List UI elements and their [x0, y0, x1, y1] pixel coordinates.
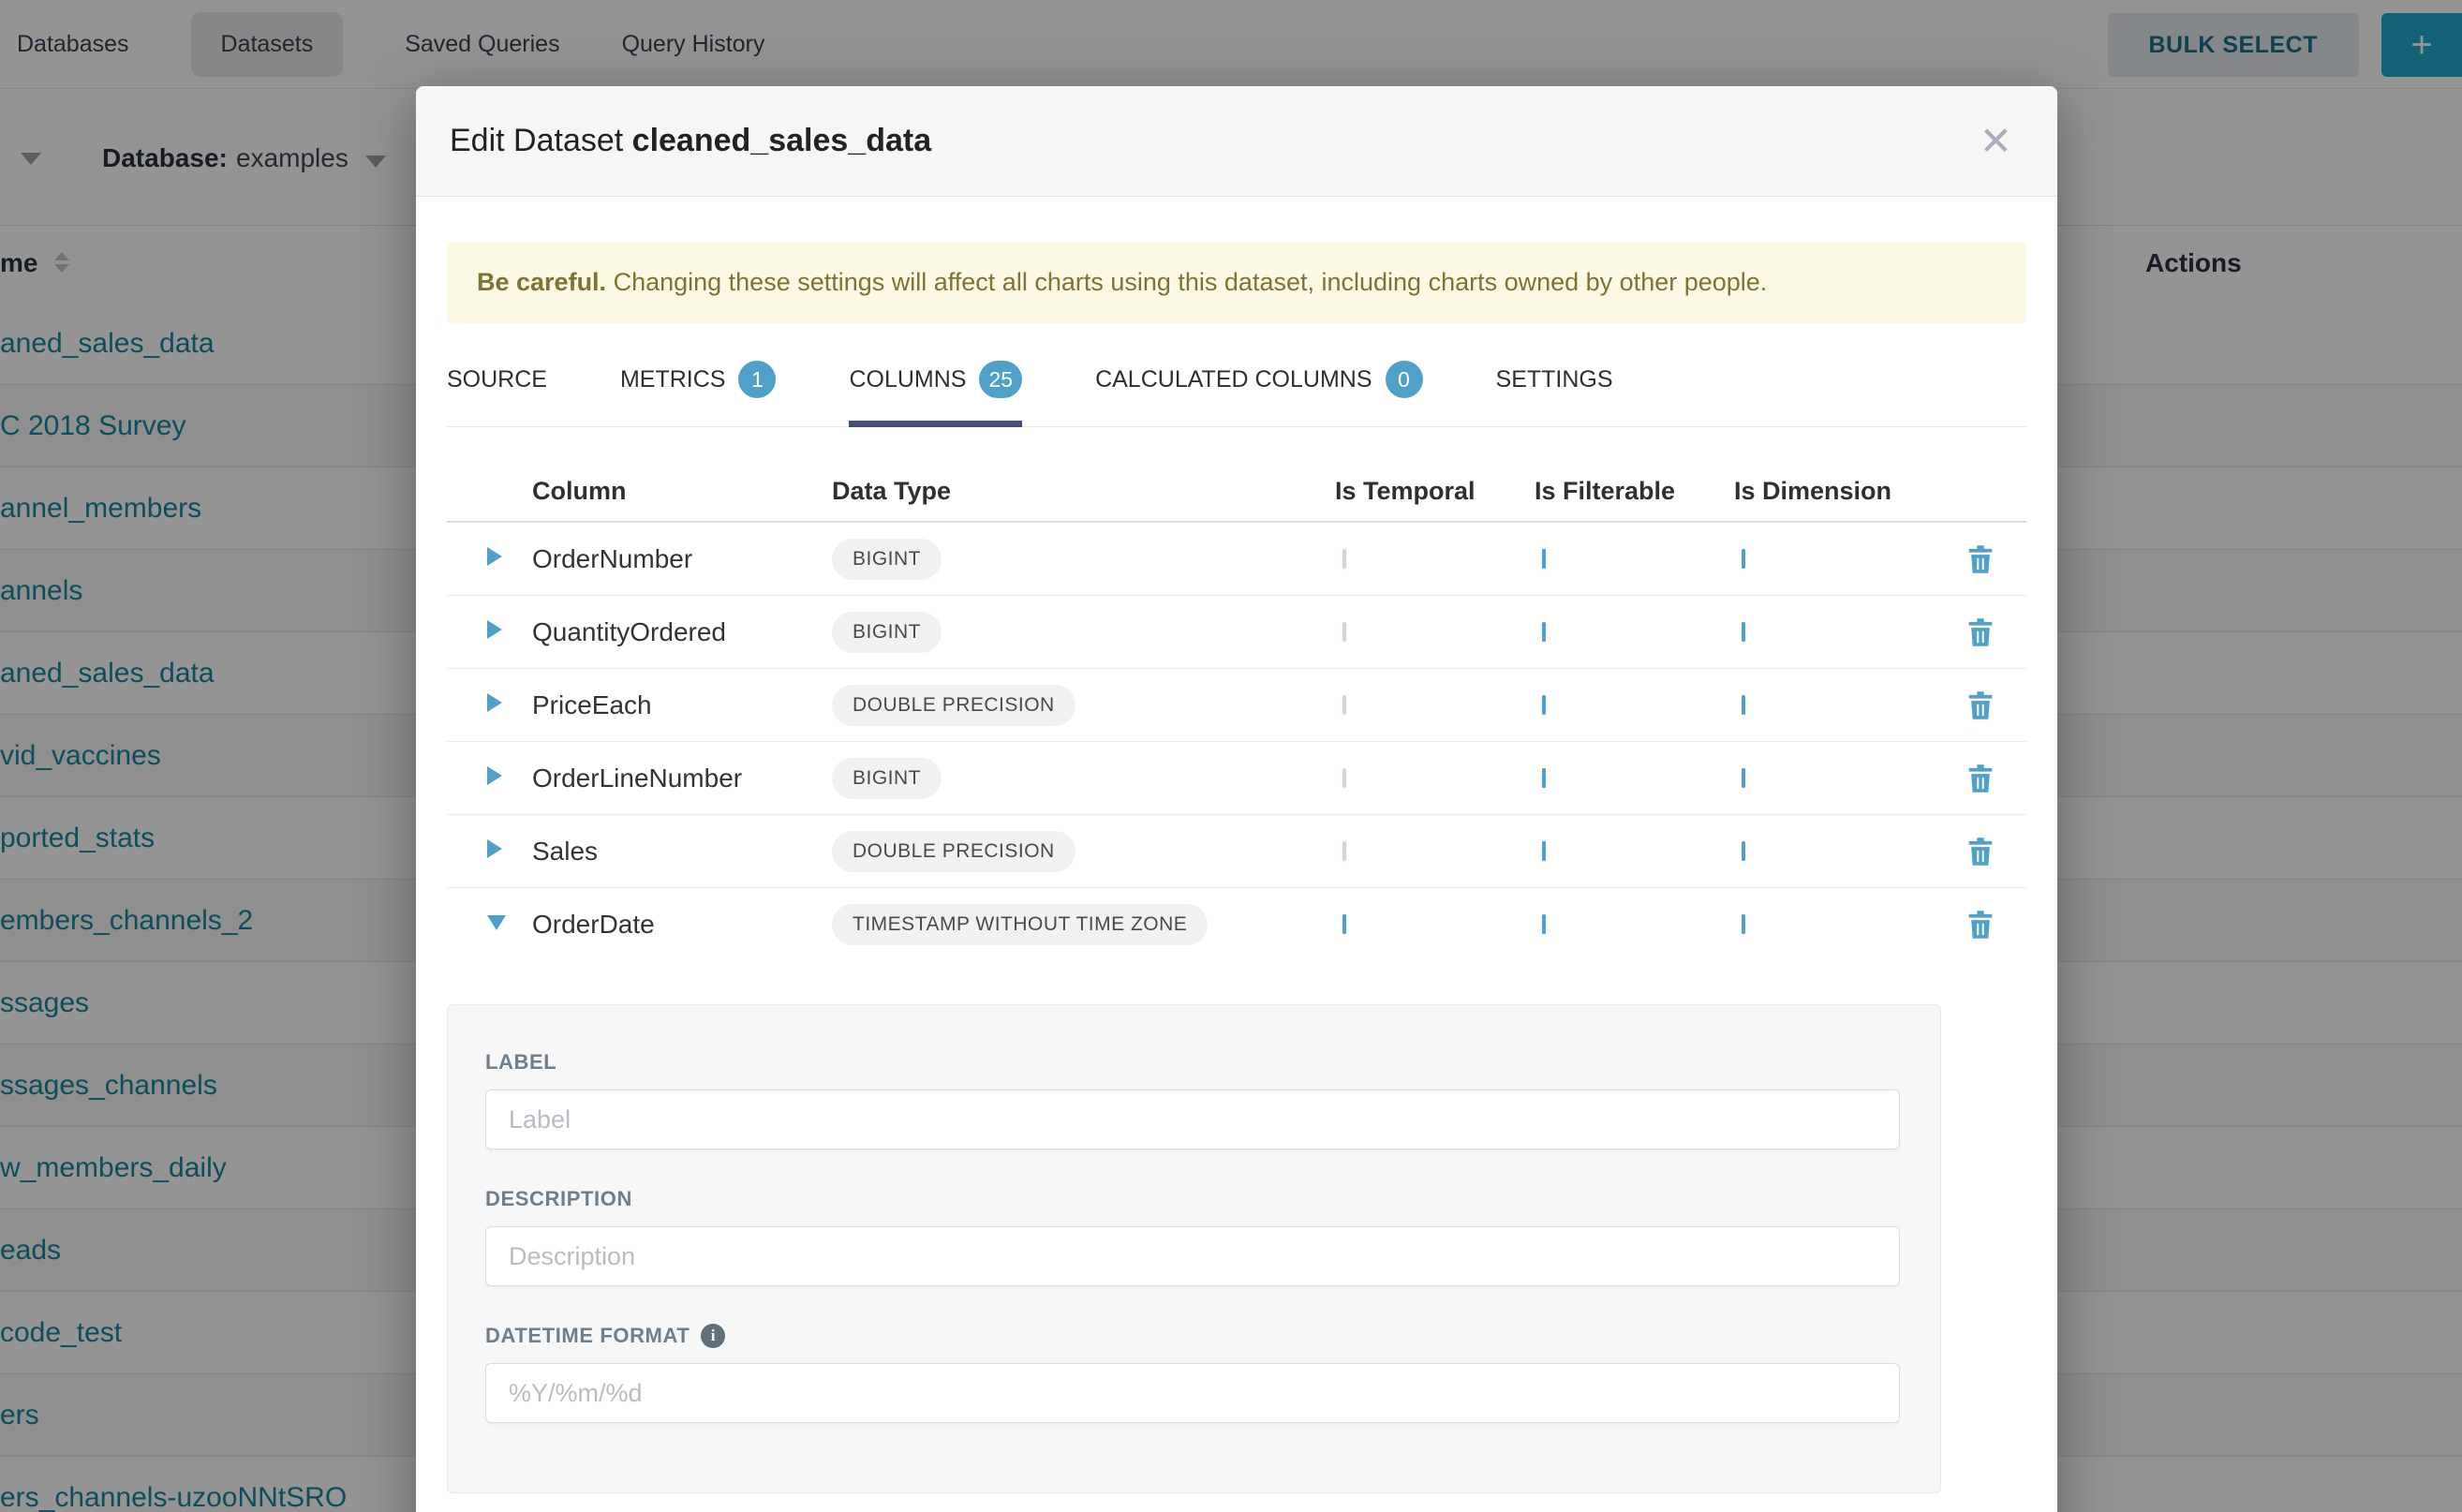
- warning-banner-text: Changing these settings will affect all …: [606, 268, 1767, 296]
- delete-column-icon[interactable]: [1966, 910, 1995, 940]
- column-row: Sales DOUBLE PRECISION: [447, 815, 2026, 888]
- is-dimension-checkbox[interactable]: [1742, 841, 1745, 861]
- expand-caret-icon[interactable]: [487, 547, 502, 566]
- datetime-format-input[interactable]: [485, 1363, 1900, 1423]
- is-filterable-checkbox[interactable]: [1542, 841, 1546, 861]
- delete-column-icon[interactable]: [1966, 544, 1995, 574]
- columns-table-header: Column Data Type Is Temporal Is Filterab…: [447, 461, 2026, 523]
- modal-title-dataset-name: cleaned_sales_data: [632, 123, 931, 158]
- expand-caret-icon[interactable]: [487, 693, 502, 712]
- delete-column-icon[interactable]: [1966, 617, 1995, 647]
- modal-body: Be careful. Changing these settings will…: [416, 197, 2057, 1493]
- column-detail-panel: LABEL DESCRIPTION DATETIME FORMAT i: [447, 1004, 1941, 1493]
- delete-column-icon[interactable]: [1966, 690, 1995, 720]
- header-data-type: Data Type: [832, 477, 1335, 506]
- column-name: OrderDate: [532, 910, 832, 940]
- tab-columns[interactable]: COLUMNS 25: [849, 349, 1022, 426]
- tab-label: SETTINGS: [1496, 366, 1613, 393]
- column-row: QuantityOrdered BIGINT: [447, 596, 2026, 669]
- warning-banner-bold: Be careful.: [477, 268, 606, 296]
- is-filterable-checkbox[interactable]: [1542, 695, 1546, 715]
- expand-caret-icon[interactable]: [487, 620, 502, 639]
- label-input[interactable]: [485, 1090, 1900, 1149]
- is-dimension-checkbox[interactable]: [1742, 768, 1745, 788]
- data-type-pill: DOUBLE PRECISION: [832, 685, 1075, 726]
- delete-column-icon[interactable]: [1966, 837, 1995, 867]
- is-dimension-checkbox[interactable]: [1742, 622, 1745, 642]
- header-is-temporal: Is Temporal: [1335, 477, 1535, 506]
- data-type-pill: DOUBLE PRECISION: [832, 831, 1075, 872]
- datetime-format-field-group: DATETIME FORMAT i: [485, 1324, 1903, 1423]
- tab-label: METRICS: [620, 366, 726, 393]
- is-temporal-checkbox[interactable]: [1342, 914, 1346, 934]
- is-filterable-checkbox[interactable]: [1542, 768, 1546, 788]
- header-is-dimension: Is Dimension: [1734, 477, 1934, 506]
- is-temporal-checkbox[interactable]: [1342, 768, 1346, 788]
- header-column: Column: [532, 477, 832, 506]
- column-row: OrderDate TIMESTAMP WITHOUT TIME ZONE: [447, 888, 2026, 961]
- column-name: OrderNumber: [532, 544, 832, 574]
- data-type-pill: BIGINT: [832, 539, 942, 580]
- column-row: OrderLineNumber BIGINT: [447, 742, 2026, 815]
- is-temporal-checkbox[interactable]: [1342, 841, 1346, 861]
- is-dimension-checkbox[interactable]: [1742, 914, 1745, 934]
- edit-dataset-modal: Edit Dataset cleaned_sales_data ✕ Be car…: [416, 86, 2057, 1512]
- expand-caret-icon[interactable]: [487, 915, 506, 930]
- tab-count-badge: 25: [979, 361, 1022, 398]
- tab-label: SOURCE: [447, 366, 547, 393]
- is-temporal-checkbox[interactable]: [1342, 549, 1346, 569]
- expand-caret-icon[interactable]: [487, 766, 502, 785]
- is-filterable-checkbox[interactable]: [1542, 622, 1546, 642]
- columns-table: Column Data Type Is Temporal Is Filterab…: [447, 461, 2026, 961]
- description-field-label: DESCRIPTION: [485, 1187, 1903, 1211]
- tab-count-badge: 1: [738, 361, 776, 398]
- modal-title: Edit Dataset cleaned_sales_data: [450, 123, 931, 159]
- tab-settings[interactable]: SETTINGS: [1496, 349, 1613, 426]
- column-name: PriceEach: [532, 690, 832, 720]
- is-dimension-checkbox[interactable]: [1742, 695, 1745, 715]
- is-filterable-checkbox[interactable]: [1542, 914, 1546, 934]
- data-type-pill: TIMESTAMP WITHOUT TIME ZONE: [832, 904, 1208, 945]
- tab-metrics[interactable]: METRICS 1: [620, 349, 777, 426]
- is-temporal-checkbox[interactable]: [1342, 695, 1346, 715]
- modal-tabs: SOURCE METRICS 1 COLUMNS 25 CALCULATED C…: [447, 349, 2026, 427]
- description-input[interactable]: [485, 1226, 1900, 1286]
- data-type-pill: BIGINT: [832, 612, 942, 653]
- label-field-label: LABEL: [485, 1050, 1903, 1075]
- tab-count-badge: 0: [1386, 361, 1423, 398]
- modal-header: Edit Dataset cleaned_sales_data ✕: [416, 86, 2057, 197]
- tab-label: CALCULATED COLUMNS: [1095, 366, 1372, 393]
- tab-label: COLUMNS: [849, 366, 966, 393]
- header-is-filterable: Is Filterable: [1535, 477, 1734, 506]
- delete-column-icon[interactable]: [1966, 763, 1995, 793]
- column-name: QuantityOrdered: [532, 617, 832, 647]
- modal-title-prefix: Edit Dataset: [450, 123, 623, 158]
- is-dimension-checkbox[interactable]: [1742, 549, 1745, 569]
- warning-banner: Be careful. Changing these settings will…: [447, 242, 2026, 323]
- column-name: Sales: [532, 837, 832, 867]
- is-temporal-checkbox[interactable]: [1342, 622, 1346, 642]
- tab-calculated-columns[interactable]: CALCULATED COLUMNS 0: [1095, 349, 1422, 426]
- column-row: OrderNumber BIGINT: [447, 523, 2026, 596]
- datetime-format-field-label: DATETIME FORMAT i: [485, 1324, 1903, 1348]
- description-field-group: DESCRIPTION: [485, 1187, 1903, 1286]
- info-icon[interactable]: i: [701, 1324, 725, 1348]
- app-page: Databases Datasets Saved Queries Query H…: [0, 0, 2462, 1512]
- column-name: OrderLineNumber: [532, 763, 832, 793]
- is-filterable-checkbox[interactable]: [1542, 549, 1546, 569]
- label-field-group: LABEL: [485, 1050, 1903, 1149]
- tab-source[interactable]: SOURCE: [447, 349, 547, 426]
- data-type-pill: BIGINT: [832, 758, 942, 799]
- close-icon[interactable]: ✕: [1968, 122, 2024, 161]
- expand-caret-icon[interactable]: [487, 839, 502, 858]
- column-row: PriceEach DOUBLE PRECISION: [447, 669, 2026, 742]
